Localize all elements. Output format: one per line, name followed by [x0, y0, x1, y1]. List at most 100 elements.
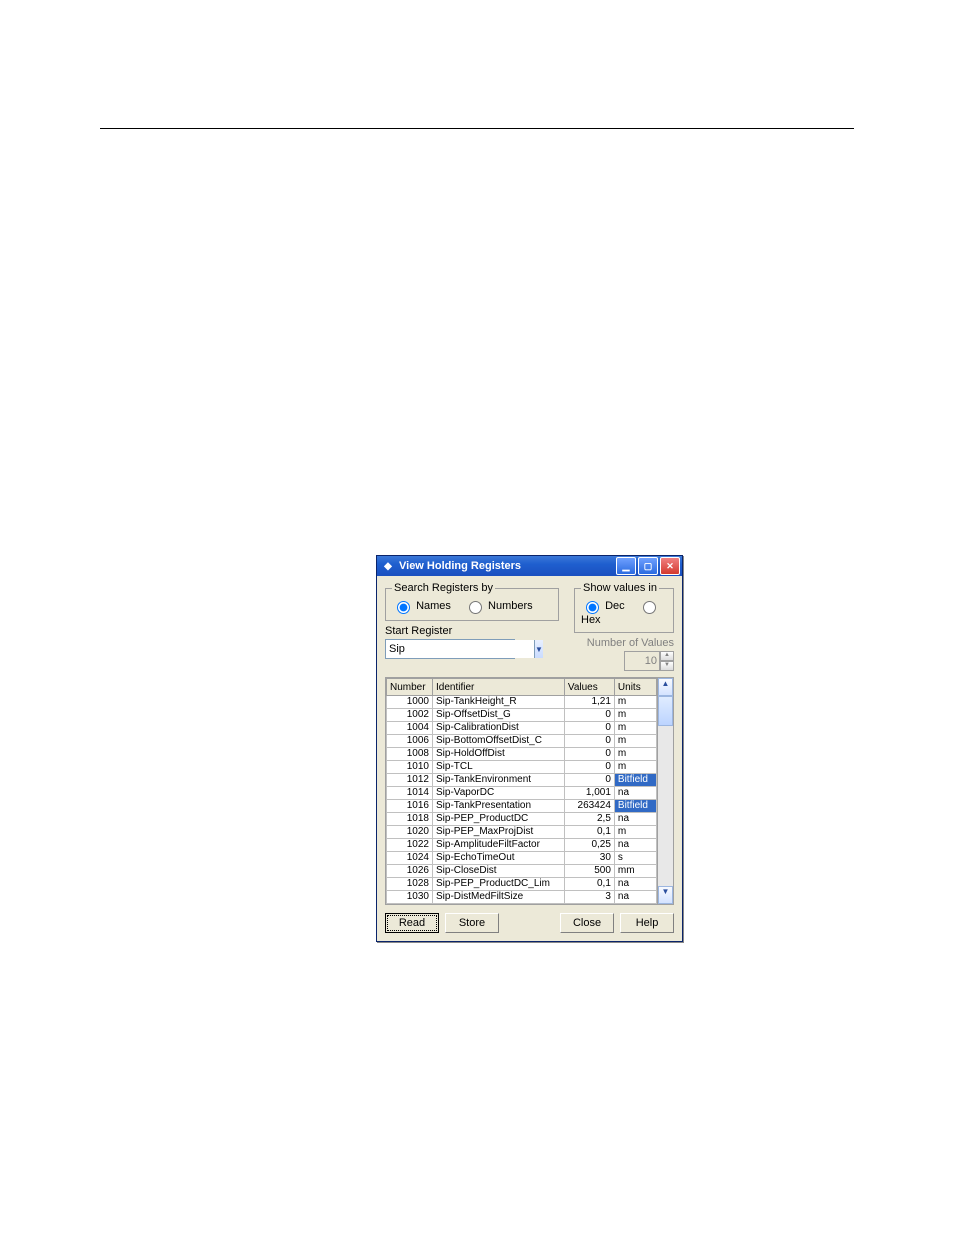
maximize-button[interactable]: ▢ [638, 557, 658, 575]
radio-hex[interactable] [643, 601, 656, 614]
start-register-input[interactable] [386, 640, 534, 658]
titlebar[interactable]: ◆ View Holding Registers ▁ ▢ ✕ [377, 556, 682, 576]
close-button[interactable]: ✕ [660, 557, 680, 575]
cell-identifier[interactable]: Sip-BottomOffsetDist_C [433, 735, 565, 748]
table-row[interactable]: 1014Sip-VaporDC1,001na [387, 787, 657, 800]
cell-number[interactable]: 1004 [387, 722, 433, 735]
cell-unit[interactable]: na [614, 813, 656, 826]
registers-table[interactable]: Number Identifier Values Units 1000Sip-T… [386, 678, 657, 904]
cell-unit[interactable]: mm [614, 865, 656, 878]
cell-value[interactable]: 2,5 [564, 813, 614, 826]
table-row[interactable]: 1030Sip-DistMedFiltSize3na [387, 891, 657, 904]
cell-identifier[interactable]: Sip-VaporDC [433, 787, 565, 800]
cell-value[interactable]: 263424 [564, 800, 614, 813]
cell-identifier[interactable]: Sip-TankHeight_R [433, 696, 565, 709]
cell-value[interactable]: 0 [564, 722, 614, 735]
cell-number[interactable]: 1022 [387, 839, 433, 852]
cell-number[interactable]: 1008 [387, 748, 433, 761]
cell-value[interactable]: 1,001 [564, 787, 614, 800]
cell-number[interactable]: 1018 [387, 813, 433, 826]
scroll-down-icon[interactable]: ▼ [658, 886, 673, 904]
table-row[interactable]: 1022Sip-AmplitudeFiltFactor0,25na [387, 839, 657, 852]
radio-names-label[interactable]: Names [392, 600, 454, 612]
table-row[interactable]: 1006Sip-BottomOffsetDist_C0m [387, 735, 657, 748]
cell-value[interactable]: 0,1 [564, 826, 614, 839]
table-row[interactable]: 1004Sip-CalibrationDist0m [387, 722, 657, 735]
cell-unit[interactable]: na [614, 891, 656, 904]
cell-number[interactable]: 1024 [387, 852, 433, 865]
cell-value[interactable]: 0 [564, 774, 614, 787]
cell-value[interactable]: 0 [564, 748, 614, 761]
cell-unit[interactable]: na [614, 787, 656, 800]
cell-value[interactable]: 30 [564, 852, 614, 865]
cell-value[interactable]: 0,25 [564, 839, 614, 852]
table-row[interactable]: 1010Sip-TCL0m [387, 761, 657, 774]
cell-unit[interactable]: m [614, 735, 656, 748]
table-row[interactable]: 1024Sip-EchoTimeOut30s [387, 852, 657, 865]
cell-unit[interactable]: m [614, 696, 656, 709]
cell-identifier[interactable]: Sip-CalibrationDist [433, 722, 565, 735]
cell-number[interactable]: 1012 [387, 774, 433, 787]
cell-identifier[interactable]: Sip-TCL [433, 761, 565, 774]
cell-identifier[interactable]: Sip-DistMedFiltSize [433, 891, 565, 904]
cell-identifier[interactable]: Sip-TankEnvironment [433, 774, 565, 787]
start-register-combo[interactable]: ▼ [385, 639, 515, 659]
table-row[interactable]: 1020Sip-PEP_MaxProjDist0,1m [387, 826, 657, 839]
cell-unit[interactable]: m [614, 748, 656, 761]
radio-numbers[interactable] [469, 601, 482, 614]
cell-identifier[interactable]: Sip-OffsetDist_G [433, 709, 565, 722]
cell-identifier[interactable]: Sip-CloseDist [433, 865, 565, 878]
cell-number[interactable]: 1000 [387, 696, 433, 709]
table-row[interactable]: 1018Sip-PEP_ProductDC2,5na [387, 813, 657, 826]
table-row[interactable]: 1002Sip-OffsetDist_G0m [387, 709, 657, 722]
cell-unit[interactable]: Bitfield [614, 774, 656, 787]
table-row[interactable]: 1026Sip-CloseDist500mm [387, 865, 657, 878]
table-row[interactable]: 1016Sip-TankPresentation263424Bitfield [387, 800, 657, 813]
cell-identifier[interactable]: Sip-AmplitudeFiltFactor [433, 839, 565, 852]
cell-number[interactable]: 1026 [387, 865, 433, 878]
scroll-up-icon[interactable]: ▲ [658, 678, 673, 696]
radio-dec-label[interactable]: Dec [581, 600, 628, 612]
cell-unit[interactable]: na [614, 878, 656, 891]
cell-value[interactable]: 0 [564, 761, 614, 774]
cell-value[interactable]: 3 [564, 891, 614, 904]
help-button[interactable]: Help [620, 913, 674, 933]
cell-identifier[interactable]: Sip-EchoTimeOut [433, 852, 565, 865]
cell-number[interactable]: 1010 [387, 761, 433, 774]
spinner-up-icon[interactable]: ▲ [660, 651, 674, 661]
cell-number[interactable]: 1006 [387, 735, 433, 748]
cell-value[interactable]: 0,1 [564, 878, 614, 891]
minimize-button[interactable]: ▁ [616, 557, 636, 575]
cell-number[interactable]: 1014 [387, 787, 433, 800]
cell-value[interactable]: 1,21 [564, 696, 614, 709]
cell-identifier[interactable]: Sip-HoldOffDist [433, 748, 565, 761]
cell-unit[interactable]: s [614, 852, 656, 865]
cell-unit[interactable]: m [614, 761, 656, 774]
number-of-values-spinner[interactable]: ▲ ▼ [574, 651, 674, 671]
store-button[interactable]: Store [445, 913, 499, 933]
col-values-header[interactable]: Values [564, 679, 614, 696]
table-row[interactable]: 1028Sip-PEP_ProductDC_Lim0,1na [387, 878, 657, 891]
table-row[interactable]: 1000Sip-TankHeight_R1,21m [387, 696, 657, 709]
cell-unit[interactable]: m [614, 826, 656, 839]
col-number-header[interactable]: Number [387, 679, 433, 696]
cell-number[interactable]: 1028 [387, 878, 433, 891]
cell-identifier[interactable]: Sip-PEP_ProductDC [433, 813, 565, 826]
cell-value[interactable]: 0 [564, 735, 614, 748]
cell-unit[interactable]: Bitfield [614, 800, 656, 813]
table-row[interactable]: 1008Sip-HoldOffDist0m [387, 748, 657, 761]
cell-unit[interactable]: m [614, 709, 656, 722]
col-units-header[interactable]: Units [614, 679, 656, 696]
cell-unit[interactable]: na [614, 839, 656, 852]
spinner-down-icon[interactable]: ▼ [660, 661, 674, 671]
col-identifier-header[interactable]: Identifier [433, 679, 565, 696]
radio-names[interactable] [397, 601, 410, 614]
scroll-thumb[interactable] [658, 696, 673, 726]
cell-number[interactable]: 1016 [387, 800, 433, 813]
cell-unit[interactable]: m [614, 722, 656, 735]
close-dialog-button[interactable]: Close [560, 913, 614, 933]
cell-identifier[interactable]: Sip-PEP_ProductDC_Lim [433, 878, 565, 891]
cell-value[interactable]: 0 [564, 709, 614, 722]
scroll-track[interactable] [658, 726, 673, 886]
radio-numbers-label[interactable]: Numbers [464, 600, 533, 612]
